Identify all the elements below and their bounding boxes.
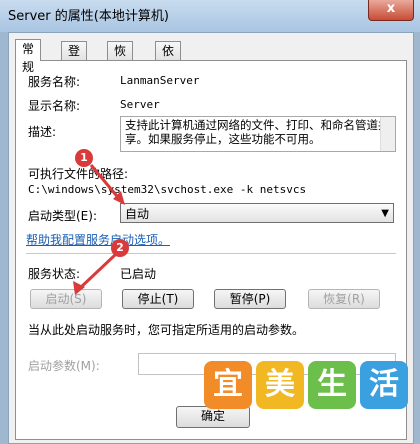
startup-type-combo[interactable]: 自动 ▼: [120, 203, 394, 223]
tab-logon[interactable]: 登录: [61, 41, 88, 76]
description-label: 描述:: [28, 125, 57, 139]
annotation-badge-2: 2: [111, 239, 129, 257]
startup-type-value: 自动: [125, 207, 150, 221]
hint-text: 当从此处启动服务时，您可指定所适用的启动参数。: [28, 323, 305, 337]
startup-type-label: 启动类型(E):: [28, 209, 97, 223]
chevron-down-icon: ▼: [381, 208, 389, 219]
exe-path-value: C:\windows\system32\svchost.exe -k netsv…: [28, 183, 307, 196]
divider: [26, 253, 396, 254]
start-params-label: 启动参数(M):: [28, 359, 100, 373]
service-name-label: 服务名称:: [28, 75, 81, 89]
stop-button[interactable]: 停止(T): [122, 289, 194, 309]
tab-general[interactable]: 常规: [15, 39, 42, 74]
description-scrollbar[interactable]: [380, 117, 395, 151]
status-label: 服务状态:: [28, 267, 81, 281]
description-box[interactable]: 支持此计算机通过网络的文件、打印、和命名管道共享。如果服务停止，这些功能不可用。: [120, 116, 396, 152]
resume-button[interactable]: 恢复(R): [308, 289, 380, 309]
watermark-char: 宜: [204, 361, 252, 409]
exe-path-label: 可执行文件的路径:: [28, 167, 129, 181]
window-title: Server 的属性(本地计算机): [8, 9, 169, 24]
close-button[interactable]: x: [368, 0, 414, 21]
status-value: 已启动: [120, 267, 157, 281]
annotation-badge-1: 1: [75, 149, 93, 167]
watermark-logo: 宜 美 生 活: [204, 361, 418, 421]
tab-recovery[interactable]: 恢复: [107, 41, 134, 76]
description-text: 支持此计算机通过网络的文件、打印、和命名管道共享。如果服务停止，这些功能不可用。: [125, 118, 390, 146]
watermark-char: 生: [308, 361, 356, 409]
display-name-label: 显示名称:: [28, 99, 81, 113]
title-bar: Server 的属性(本地计算机) x: [0, 0, 420, 32]
start-button[interactable]: 启动(S): [30, 289, 102, 309]
watermark-char: 活: [360, 361, 408, 409]
tab-dependencies[interactable]: 依存关系: [155, 41, 182, 112]
help-link[interactable]: 帮助我配置服务启动选项。: [26, 231, 170, 248]
watermark-char: 美: [256, 361, 304, 409]
dialog-client: 常规 登录 恢复 依存关系 服务名称: LanmanServer 显示名称: S…: [8, 32, 414, 444]
service-name-value: LanmanServer: [120, 74, 200, 87]
pause-button[interactable]: 暂停(P): [214, 289, 286, 309]
display-name-value: Server: [120, 98, 160, 111]
